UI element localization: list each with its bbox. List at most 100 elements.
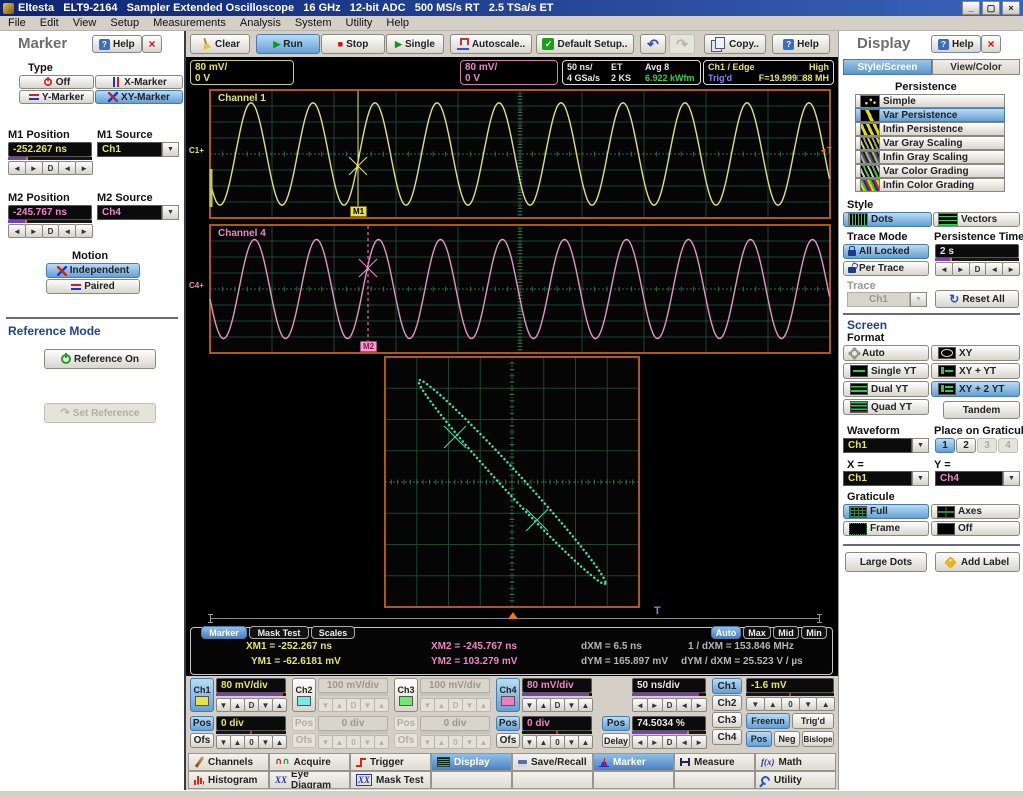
spinner-button[interactable]: ▼ [462,735,477,749]
spinner-button[interactable]: ◄ [8,224,26,238]
spinner-button[interactable]: ▲ [578,735,593,749]
spinner-button[interactable]: ▼ [564,735,579,749]
spinner-button[interactable]: ◄ [632,698,648,712]
readout-tab-scales[interactable]: Scales [311,626,355,639]
ch3-pos-button[interactable]: Pos [394,716,418,731]
persistence-infin-color[interactable]: Infin Color Grading [855,178,1005,192]
persistence-infin[interactable]: Infin Persistence [855,122,1005,136]
spinner-button[interactable]: ▲ [230,735,245,749]
spinner-button[interactable]: ► [75,161,93,175]
copy-button[interactable]: Copy.. [704,34,766,54]
redo-button[interactable]: ↷ [669,34,695,54]
tandem-button[interactable]: Tandem [943,401,1020,419]
spinner-button[interactable]: ▼ [318,698,333,712]
m1-position-display[interactable]: -252.267 ns [8,142,92,157]
ch3-ofs-button[interactable]: Ofs [394,733,418,748]
trigger-slope-neg-button[interactable]: Neg [774,731,800,747]
stop-button[interactable]: ■Stop [321,34,385,54]
spinner-button[interactable]: ▼ [799,697,818,711]
waveform-dropdown[interactable]: Ch1▼ [843,438,929,453]
spinner-button[interactable]: D [42,224,60,238]
persistence-simple[interactable]: Simple [855,94,1005,108]
readout-tab-marker[interactable]: Marker [201,626,247,639]
timebase-scale-display[interactable]: 50 ns/div [632,678,706,693]
ch2-pos-display[interactable]: 0 div [318,716,388,731]
menu-view[interactable]: View [73,17,97,29]
spinner-button[interactable]: D [346,698,361,712]
trigger-source-ch3-button[interactable]: Ch3 [712,712,742,728]
persistence-time-spinner[interactable]: ◄►D◄► [935,262,1019,276]
trigger-trigd-button[interactable]: Trig'd [792,713,834,729]
ch1-ofs-button[interactable]: Ofs [190,733,214,748]
spinner-button[interactable]: ► [75,224,93,238]
ch2-ofs-button[interactable]: Ofs [292,733,316,748]
spinner-button[interactable]: ▼ [216,735,231,749]
spinner-button[interactable]: D [969,262,987,276]
ch1-pos-display[interactable]: 0 div [216,716,286,731]
spinner-button[interactable]: ▼ [318,735,333,749]
spinner-button[interactable]: ► [25,224,43,238]
ch1-button[interactable]: Ch1 [190,678,214,712]
nav-eye-diagram[interactable]: XXEye Diagram [269,771,350,789]
ch1-scale-spinner[interactable]: ▼▲D▼▲ [216,698,286,712]
place-1-button[interactable]: 1 [935,438,955,453]
trigger-source-ch1-button[interactable]: Ch1 [712,678,742,694]
per-trace-button[interactable]: Per Trace [843,261,929,276]
spinner-button[interactable]: ◄ [985,262,1003,276]
ch3-scale-spinner[interactable]: ▼▲D▼▲ [420,698,490,712]
readout-tab-mid[interactable]: Mid [773,626,799,639]
ch1-pos-spinner[interactable]: ▼▲0▼▲ [216,735,286,749]
spinner-button[interactable]: ▲ [476,735,491,749]
menu-setup[interactable]: Setup [110,17,139,29]
spinner-button[interactable]: ► [647,698,663,712]
ch4-pos-button[interactable]: Pos [496,716,520,731]
nav-math[interactable]: f(x)Math [755,753,836,771]
menu-help[interactable]: Help [386,17,409,29]
toolbar-help-button[interactable]: ?Help [772,34,830,54]
xy-marker-button[interactable]: XY-Marker [95,90,183,104]
x-source-dropdown[interactable]: Ch1▼ [843,471,929,486]
spinner-button[interactable]: ▼ [522,735,537,749]
spinner-button[interactable]: 0 [781,697,800,711]
spinner-button[interactable]: ▲ [272,735,287,749]
timebase-delay-display[interactable]: 74.5034 % [632,716,706,731]
reset-all-button[interactable]: ↻Reset All [935,290,1019,308]
persistence-var-color[interactable]: Var Color Grading [855,164,1005,178]
spinner-button[interactable]: ► [952,262,970,276]
spinner-button[interactable]: ► [691,735,707,749]
spinner-button[interactable]: ◄ [632,735,648,749]
spinner-button[interactable]: D [662,698,678,712]
spinner-button[interactable]: D [448,698,463,712]
spinner-button[interactable]: ▲ [536,735,551,749]
ch4-pos-display[interactable]: 0 div [522,716,592,731]
dropdown-arrow-icon[interactable]: ▼ [912,471,929,486]
ch2-scale-spinner[interactable]: ▼▲D▼▲ [318,698,388,712]
timeline-trigger-t[interactable]: T [654,605,661,617]
y-source-dropdown[interactable]: Ch4▼ [935,471,1020,486]
spinner-button[interactable]: ▼ [360,735,375,749]
spinner-button[interactable]: 0 [448,735,463,749]
readout-tab-max[interactable]: Max [743,626,771,639]
trace-dropdown[interactable]: Ch1▼ [847,292,927,307]
spinner-button[interactable]: ▲ [374,735,389,749]
c1-ground-tag[interactable]: C1+ [189,146,204,155]
trigger-slope-bislope-button[interactable]: Bislope [802,731,834,747]
readout-tab-min[interactable]: Min [801,626,827,639]
all-locked-button[interactable]: All Locked [843,244,929,259]
spinner-button[interactable]: ◄ [8,161,26,175]
spinner-button[interactable]: ◄ [676,698,692,712]
place-3-button[interactable]: 3 [977,438,997,453]
spinner-button[interactable]: ◄ [676,735,692,749]
ch1-pos-button[interactable]: Pos [190,716,214,731]
dropdown-arrow-icon[interactable]: ▼ [162,142,179,157]
spinner-button[interactable]: ► [647,735,663,749]
default-setup-button[interactable]: ✓Default Setup.. [536,34,634,54]
menu-file[interactable]: File [8,17,26,29]
menu-analysis[interactable]: Analysis [240,17,281,29]
spinner-button[interactable]: ▲ [816,697,835,711]
format-auto-button[interactable]: Auto [843,345,929,361]
ch2-pos-spinner[interactable]: ▼▲0▼▲ [318,735,388,749]
nav-marker[interactable]: Marker [593,753,674,771]
tab-style-screen[interactable]: Style/Screen [843,59,932,75]
ch3-pos-display[interactable]: 0 div [420,716,490,731]
